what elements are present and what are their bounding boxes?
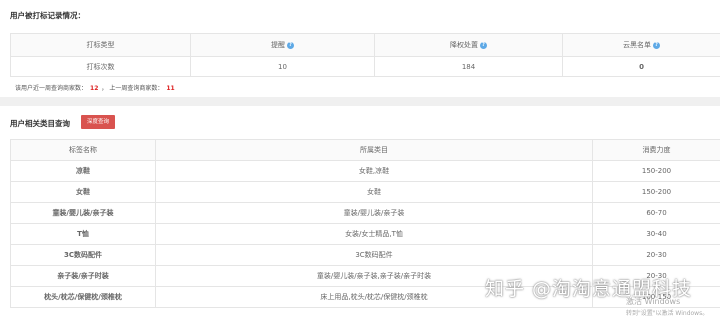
- header-category: 所属类目: [155, 139, 593, 161]
- table-row: 女鞋 女鞋 150-200: [10, 181, 720, 203]
- windows-activation-title: 激活 Windows: [626, 297, 681, 306]
- tag-records-title: 用户被打标记录情况：: [10, 11, 85, 20]
- tag-name: 凉鞋: [10, 160, 156, 182]
- header-remind: 提醒?: [190, 33, 375, 57]
- header-blacklist: 云黑名单?: [562, 33, 720, 57]
- spending-power: 30-40: [592, 223, 720, 245]
- table-row: 凉鞋 女鞋,凉鞋 150-200: [10, 160, 720, 182]
- header-tag-type: 打标类型: [10, 33, 191, 57]
- tag-name: 童装/婴儿装/亲子装: [10, 202, 156, 224]
- cell-blacklist: 0: [562, 56, 720, 77]
- spending-power: 60-70: [592, 202, 720, 224]
- table-header-row: 打标类型 提醒? 降权处置? 云黑名单?: [10, 33, 720, 57]
- category: 女鞋: [155, 181, 593, 203]
- deep-query-button[interactable]: 深度查询: [81, 115, 115, 129]
- category-query-title: 用户相关类目查询: [10, 119, 70, 128]
- table-row: 童装/婴儿装/亲子装 童装/婴儿装/亲子装 60-70: [10, 202, 720, 224]
- table-header-row: 标签名称 所属类目 消费力度: [10, 139, 720, 161]
- cell-tag-type: 打标次数: [10, 56, 191, 77]
- tag-records-table: 打标类型 提醒? 降权处置? 云黑名单? 打标次数 10 184 0: [10, 33, 720, 77]
- category: 童装/婴儿装/亲子装: [155, 202, 593, 224]
- category: 女装/女士精品,T恤: [155, 223, 593, 245]
- table-row: 3C数码配件 3C数码配件 20-30: [10, 244, 720, 266]
- spending-power: 20-30: [592, 244, 720, 266]
- spending-power: 150-200: [592, 181, 720, 203]
- spending-power: 150-200: [592, 160, 720, 182]
- tag-name: 枕头/枕芯/保健枕/颈椎枕: [10, 286, 156, 308]
- header-spending-power: 消费力度: [592, 139, 720, 161]
- table-row: 打标次数 10 184 0: [10, 56, 720, 77]
- windows-activation-hint: 转到"设置"以激活 Windows。: [626, 310, 709, 317]
- tag-name: T恤: [10, 223, 156, 245]
- help-icon[interactable]: ?: [287, 41, 294, 49]
- help-icon[interactable]: ?: [653, 41, 660, 49]
- this-week-count: 12: [90, 85, 99, 92]
- tag-name: 女鞋: [10, 181, 156, 203]
- tag-name: 3C数码配件: [10, 244, 156, 266]
- tag-name: 亲子装/亲子时装: [10, 265, 156, 287]
- last-week-count: 11: [166, 85, 175, 92]
- header-demote: 降权处置?: [374, 33, 563, 57]
- table-row: T恤 女装/女士精品,T恤 30-40: [10, 223, 720, 245]
- user-tag-records-panel: 用户被打标记录情况： 打标类型 提醒? 降权处置? 云黑名单? 打标次数 10 …: [0, 0, 720, 97]
- weekly-merchant-query-line: 该用户近一周查询商家数： 12， 上一周查询商家数： 11: [15, 85, 175, 92]
- cell-remind: 10: [190, 56, 375, 77]
- header-tag-name: 标签名称: [10, 139, 156, 161]
- category: 女鞋,凉鞋: [155, 160, 593, 182]
- cell-demote: 184: [374, 56, 563, 77]
- category: 3C数码配件: [155, 244, 593, 266]
- help-icon[interactable]: ?: [480, 41, 487, 49]
